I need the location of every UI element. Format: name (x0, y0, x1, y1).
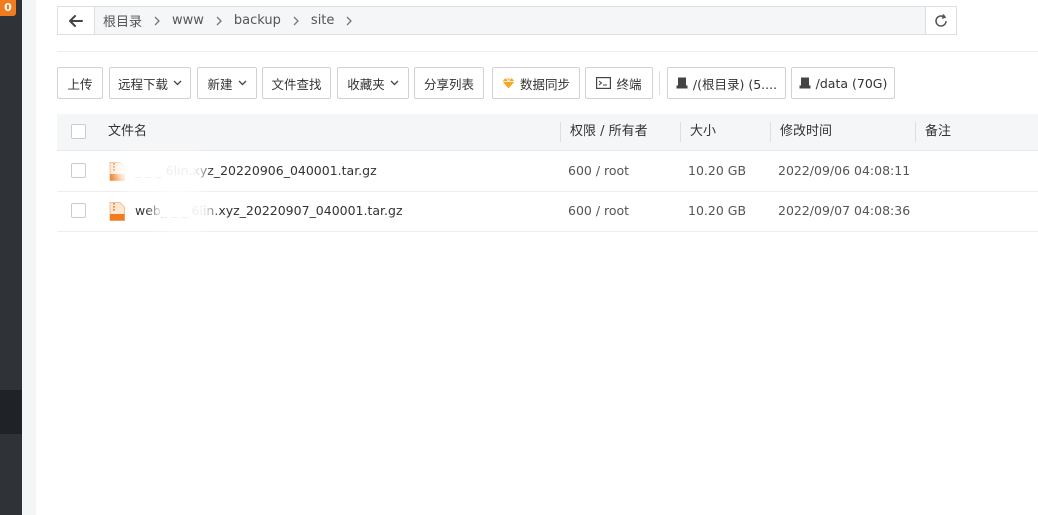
sidebar-gutter (22, 0, 36, 515)
column-divider (915, 122, 916, 142)
redaction-blur (161, 200, 205, 224)
column-divider (680, 122, 681, 142)
row-checkbox[interactable] (71, 163, 86, 178)
disk-root-button[interactable]: /(根目录) (5.... (667, 67, 786, 99)
data-sync-label: 数据同步 (519, 76, 570, 92)
file-table-header: 文件名 权限 / 所有者 大小 修改时间 备注 (57, 114, 1038, 151)
disk-icon (799, 77, 811, 89)
row-checkbox[interactable] (71, 203, 86, 218)
terminal-icon (596, 77, 612, 89)
table-row[interactable]: _ _ _ 6lin.xyz_20220906_040001.tar.gz 60… (57, 151, 1038, 192)
upload-label: 上传 (67, 76, 93, 92)
col-header-mtime[interactable]: 修改时间 (780, 114, 832, 150)
app-sidebar: 0 (0, 0, 22, 515)
select-all-checkbox[interactable] (71, 124, 86, 139)
data-sync-button[interactable]: 数据同步 (492, 67, 580, 99)
favorites-button[interactable]: 收藏夹 (337, 67, 409, 99)
header-divider (57, 51, 1038, 52)
path-bar: 根目录 www backup site (57, 6, 957, 35)
disk-root-label: /(根目录) (5.... (692, 76, 778, 92)
file-perm[interactable]: 600 / root (568, 191, 629, 231)
new-button[interactable]: 新建 (197, 67, 257, 99)
col-header-name[interactable]: 文件名 (108, 114, 147, 150)
disk-data-label: /data (70G) (815, 75, 888, 91)
toolbar-divider (659, 71, 660, 95)
chevron-right-icon (346, 16, 353, 26)
refresh-button[interactable] (925, 7, 956, 34)
file-perm[interactable]: 600 / root (568, 151, 629, 191)
archive-file-icon (109, 202, 125, 221)
col-header-note[interactable]: 备注 (925, 114, 951, 150)
breadcrumb-www[interactable]: www (170, 13, 206, 28)
file-search-button[interactable]: 文件查找 (262, 67, 331, 99)
breadcrumb: 根目录 www backup site (95, 11, 925, 30)
col-header-size[interactable]: 大小 (690, 114, 716, 150)
arrow-left-icon (69, 14, 83, 27)
chevron-right-icon (293, 16, 299, 26)
file-size: 10.20 GB (688, 203, 747, 218)
favorites-label: 收藏夹 (347, 76, 385, 92)
remote-download-label: 远程下载 (117, 76, 168, 92)
file-mtime: 2022/09/07 04:08:36 (778, 203, 911, 218)
column-divider (560, 122, 561, 142)
file-mtime: 2022/09/06 04:08:11 (778, 163, 911, 178)
breadcrumb-root[interactable]: 根目录 (101, 11, 144, 30)
terminal-label: 终端 (616, 76, 642, 92)
col-header-perm[interactable]: 权限 / 所有者 (570, 114, 648, 150)
share-list-label: 分享列表 (423, 76, 474, 92)
remote-download-button[interactable]: 远程下载 (109, 67, 191, 99)
redaction-blur (123, 160, 197, 184)
breadcrumb-backup[interactable]: backup (232, 13, 283, 28)
sidebar-active-item[interactable] (0, 390, 22, 434)
share-list-button[interactable]: 分享列表 (414, 67, 484, 99)
table-row[interactable]: web_ _ _ 6lin.xyz_20220907_040001.tar.gz… (57, 191, 1038, 232)
chevron-right-icon (154, 16, 160, 26)
breadcrumb-site[interactable]: site (309, 13, 336, 28)
file-size: 10.20 GB (688, 163, 747, 178)
diamond-icon (502, 77, 515, 88)
disk-icon (676, 77, 688, 89)
upload-button[interactable]: 上传 (57, 67, 103, 99)
notification-badge[interactable]: 0 (0, 0, 16, 16)
terminal-button[interactable]: 终端 (585, 67, 653, 99)
file-search-label: 文件查找 (271, 76, 322, 92)
refresh-icon (935, 13, 947, 27)
disk-data-button[interactable]: /data (70G) (791, 67, 895, 99)
column-divider (770, 122, 771, 142)
back-button[interactable] (58, 7, 95, 34)
chevron-down-icon (390, 80, 399, 86)
chevron-down-icon (173, 80, 182, 86)
chevron-down-icon (238, 80, 247, 86)
new-label: 新建 (207, 76, 233, 92)
chevron-right-icon (216, 16, 222, 26)
